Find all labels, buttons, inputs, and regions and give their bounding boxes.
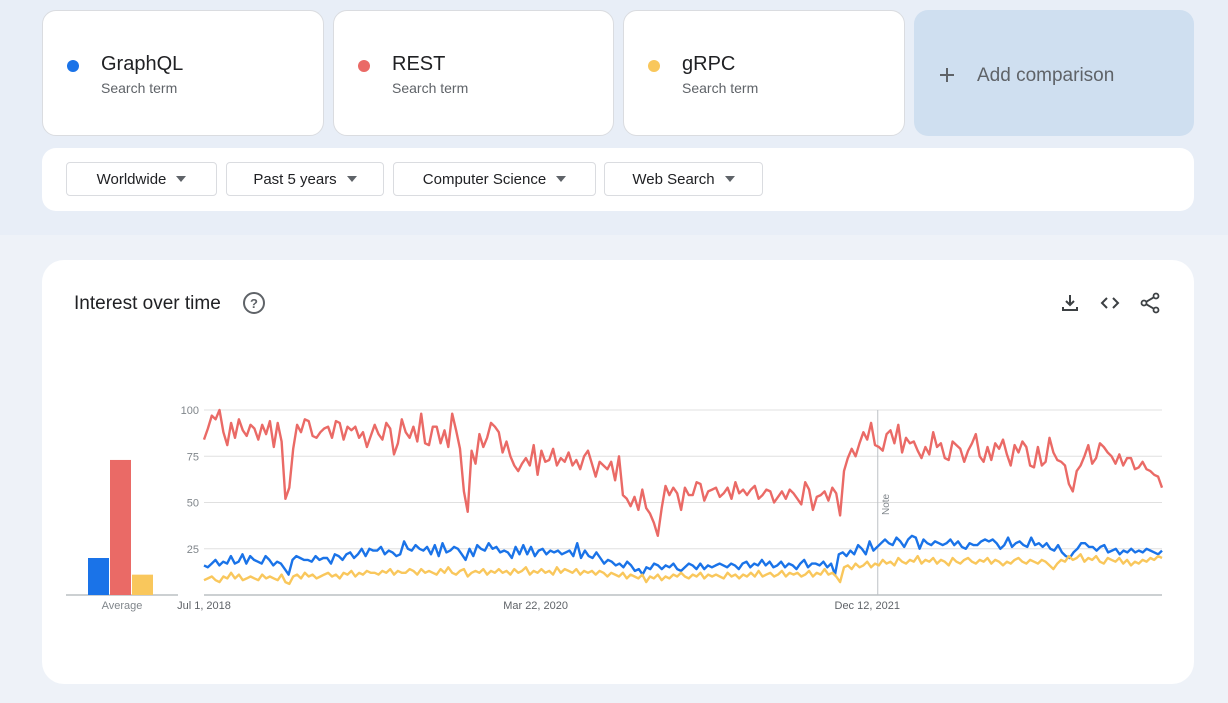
plus-icon bbox=[940, 68, 954, 82]
series-color-dot bbox=[358, 60, 370, 72]
average-bar-grpc bbox=[132, 574, 153, 595]
category-filter-label: Computer Science bbox=[422, 170, 547, 188]
region-filter-label: Worldwide bbox=[96, 170, 167, 188]
x-tick-label: Mar 22, 2020 bbox=[503, 600, 568, 612]
term-card-graphql[interactable]: GraphQL Search term bbox=[42, 10, 324, 136]
x-tick-label: Dec 12, 2021 bbox=[835, 600, 900, 612]
interest-chart: Average 25 50 75 100 Jul 1, 2018 Mar 22, 2020 D… bbox=[66, 405, 1164, 612]
average-label: Average bbox=[102, 600, 143, 612]
add-comparison-label: Add comparison bbox=[977, 65, 1115, 86]
category-filter[interactable]: Computer Science bbox=[393, 162, 596, 196]
series-line-rest bbox=[202, 408, 1164, 537]
filter-bar: Worldwide Past 5 years Computer Science … bbox=[42, 148, 1194, 211]
y-tick-label-25: 25 bbox=[187, 544, 199, 556]
term-subtitle: Search term bbox=[392, 80, 469, 96]
y-tick-label-50: 50 bbox=[187, 498, 199, 510]
caret-down-icon bbox=[176, 176, 187, 182]
source-filter[interactable]: Web Search bbox=[604, 162, 763, 196]
series-color-dot bbox=[67, 60, 79, 72]
term-name: gRPC bbox=[682, 53, 736, 75]
caret-down-icon bbox=[346, 176, 357, 182]
average-bar-rest bbox=[110, 459, 131, 595]
y-tick-label-100: 100 bbox=[181, 405, 199, 417]
caret-down-icon bbox=[556, 176, 567, 182]
interest-over-time-card: Interest over time ? Average 25 50 75 100 Jul… bbox=[42, 260, 1194, 684]
note-label: Note bbox=[881, 493, 892, 515]
series-line-graphql bbox=[203, 534, 1163, 576]
y-tick-label-75: 75 bbox=[187, 451, 199, 463]
term-subtitle: Search term bbox=[682, 80, 759, 96]
time-filter[interactable]: Past 5 years bbox=[226, 162, 384, 196]
region-filter[interactable]: Worldwide bbox=[66, 162, 217, 196]
term-card-grpc[interactable]: gRPC Search term bbox=[623, 10, 905, 136]
term-name: GraphQL bbox=[101, 53, 184, 75]
series-color-dot bbox=[648, 60, 660, 72]
term-name: REST bbox=[392, 53, 446, 75]
term-subtitle: Search term bbox=[101, 80, 178, 96]
time-filter-label: Past 5 years bbox=[253, 170, 337, 188]
x-tick-label: Jul 1, 2018 bbox=[177, 600, 231, 612]
term-card-rest[interactable]: REST Search term bbox=[333, 10, 614, 136]
caret-down-icon bbox=[724, 176, 735, 182]
add-comparison-button[interactable]: Add comparison bbox=[914, 10, 1194, 136]
average-bar-graphql bbox=[88, 558, 109, 595]
source-filter-label: Web Search bbox=[632, 170, 715, 188]
